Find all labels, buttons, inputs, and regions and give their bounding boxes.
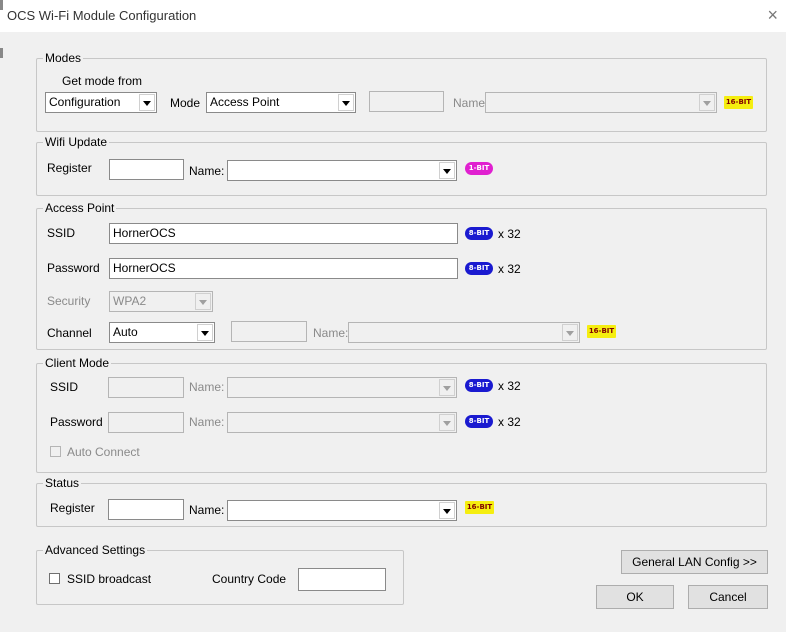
- status-name-label: Name:: [189, 503, 225, 517]
- chevron-down-icon[interactable]: [197, 324, 213, 341]
- window-edge: [0, 48, 3, 58]
- general-lan-config-button[interactable]: General LAN Config >>: [621, 550, 768, 574]
- cm-ssid-multiplier: x 32: [498, 379, 521, 393]
- ap-channel-value: Auto: [113, 325, 138, 339]
- badge-16bit-icon: 16-BIT: [587, 325, 616, 338]
- cm-password-name-select[interactable]: [227, 412, 457, 433]
- access-point-legend: Access Point: [43, 201, 117, 215]
- modes-name-label: Name:: [453, 96, 489, 110]
- country-code-label: Country Code: [212, 572, 287, 586]
- ap-security-value: WPA2: [113, 294, 147, 308]
- window-edge: [0, 0, 3, 10]
- ap-security-label: Security: [47, 294, 91, 308]
- badge-16bit-icon: 16-BIT: [465, 501, 494, 514]
- badge-8bit-icon: 8-BIT: [465, 379, 493, 392]
- ap-channel-label: Channel: [47, 326, 92, 340]
- ssid-broadcast-checkbox[interactable]: [49, 573, 60, 584]
- badge-16bit-icon: 16-BIT: [724, 96, 753, 109]
- ap-ssid-label: SSID: [47, 226, 76, 240]
- close-icon[interactable]: ×: [767, 5, 778, 26]
- ap-password-multiplier: x 32: [498, 262, 521, 276]
- client-mode-legend: Client Mode: [43, 356, 112, 370]
- advanced-settings-legend: Advanced Settings: [43, 543, 148, 557]
- chevron-down-icon[interactable]: [139, 94, 155, 111]
- chevron-down-icon[interactable]: [699, 94, 715, 111]
- cm-password-multiplier: x 32: [498, 415, 521, 429]
- badge-8bit-icon: 8-BIT: [465, 415, 493, 428]
- mode-select[interactable]: Access Point: [206, 92, 356, 113]
- get-mode-from-select[interactable]: Configuration: [45, 92, 157, 113]
- ap-channel-name-label: Name:: [313, 326, 349, 340]
- status-legend: Status: [43, 476, 82, 490]
- cm-ssid-field[interactable]: [108, 377, 184, 398]
- cancel-button[interactable]: Cancel: [688, 585, 768, 609]
- ap-channel-register-field[interactable]: [231, 321, 307, 342]
- ap-password-field[interactable]: HornerOCS: [109, 258, 458, 279]
- modes-register-field[interactable]: [369, 91, 444, 112]
- wifi-update-name-label: Name:: [189, 164, 225, 178]
- chevron-down-icon[interactable]: [562, 324, 578, 341]
- cm-ssid-label: SSID: [50, 380, 79, 394]
- wifi-update-name-select[interactable]: [227, 160, 457, 181]
- badge-1bit-icon: 1-BIT: [465, 162, 493, 175]
- wifi-update-register-label: Register: [47, 161, 92, 175]
- badge-8bit-icon: 8-BIT: [465, 262, 493, 275]
- ap-channel-select[interactable]: Auto: [109, 322, 215, 343]
- auto-connect-label: Auto Connect: [67, 445, 140, 459]
- chevron-down-icon[interactable]: [439, 379, 455, 396]
- status-register-label: Register: [50, 501, 95, 515]
- chevron-down-icon[interactable]: [439, 162, 455, 179]
- modes-legend: Modes: [43, 51, 84, 65]
- chevron-down-icon[interactable]: [338, 94, 354, 111]
- cm-password-name-label: Name:: [189, 415, 225, 429]
- cm-ssid-name-label: Name:: [189, 380, 225, 394]
- chevron-down-icon[interactable]: [195, 293, 211, 310]
- country-code-field[interactable]: [298, 568, 386, 591]
- modes-name-select[interactable]: [485, 92, 717, 113]
- cm-password-label: Password: [50, 415, 103, 429]
- wifi-update-legend: Wifi Update: [43, 135, 110, 149]
- get-mode-from-label: Get mode from: [62, 74, 143, 88]
- ap-ssid-field[interactable]: HornerOCS: [109, 223, 458, 244]
- status-name-select[interactable]: [227, 500, 457, 521]
- ap-security-select[interactable]: WPA2: [109, 291, 213, 312]
- ok-button[interactable]: OK: [596, 585, 674, 609]
- ap-password-label: Password: [47, 261, 100, 275]
- mode-label: Mode: [170, 96, 201, 110]
- status-register-field[interactable]: [108, 499, 184, 520]
- mode-value: Access Point: [210, 95, 280, 109]
- cm-password-field[interactable]: [108, 412, 184, 433]
- title-bar: OCS Wi-Fi Module Configuration ×: [0, 0, 786, 32]
- ssid-broadcast-label: SSID broadcast: [67, 572, 152, 586]
- ap-channel-name-select[interactable]: [348, 322, 580, 343]
- window-title: OCS Wi-Fi Module Configuration: [7, 8, 197, 23]
- badge-8bit-icon: 8-BIT: [465, 227, 493, 240]
- wifi-update-register-field[interactable]: [109, 159, 184, 180]
- ap-ssid-multiplier: x 32: [498, 227, 521, 241]
- chevron-down-icon[interactable]: [439, 502, 455, 519]
- auto-connect-checkbox[interactable]: [50, 446, 61, 457]
- get-mode-from-value: Configuration: [49, 95, 121, 109]
- cm-ssid-name-select[interactable]: [227, 377, 457, 398]
- chevron-down-icon[interactable]: [439, 414, 455, 431]
